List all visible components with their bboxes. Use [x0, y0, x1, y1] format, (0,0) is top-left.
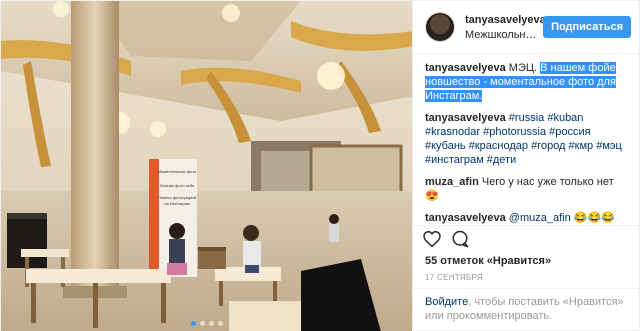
likes-number: 55 отметок	[425, 255, 484, 267]
comment-author[interactable]: muza_afin	[425, 176, 479, 188]
login-prompt-text: , чтобы поставить «Нравится»	[468, 296, 624, 308]
follow-button[interactable]: Подписаться	[543, 16, 631, 38]
post-photo[interactable]: Моментальное фото Хочешь фото себе Повес…	[1, 1, 412, 331]
carousel-dot[interactable]	[208, 321, 214, 326]
svg-text:Моментальное фото: Моментальное фото	[158, 169, 197, 174]
mention[interactable]: @muza_afin	[509, 212, 571, 224]
hashtag[interactable]: #кубань	[425, 140, 466, 152]
likes-count[interactable]: 55 отметок «Нравится»	[413, 255, 639, 267]
svg-text:Хочешь фото себе: Хочешь фото себе	[160, 183, 195, 188]
action-bar	[413, 225, 639, 255]
comment-icon[interactable]	[451, 230, 469, 251]
post-date: 17 СЕНТЯБРЯ	[425, 273, 483, 282]
comment-item: muza_afin Чего у нас уже только нет😍	[425, 175, 627, 203]
comments-list: tanyasavelyeva МЭЦ. В нашем фойе новшест…	[413, 54, 639, 225]
author-username[interactable]: tanyasavelyeva	[465, 14, 546, 26]
carousel-dot[interactable]	[199, 321, 205, 326]
foyer-photo: Моментальное фото Хочешь фото себе Повес…	[1, 1, 412, 331]
comment-item: tanyasavelyeva #russia #kuban #krasnodar…	[425, 111, 627, 167]
svg-text:на Инстаграм: на Инстаграм	[164, 201, 190, 206]
hashtag[interactable]: #россия	[549, 126, 590, 138]
login-link[interactable]: Войдите	[425, 296, 468, 308]
avatar[interactable]	[425, 12, 455, 42]
carousel-dot[interactable]	[190, 321, 196, 326]
svg-text:Повесь фотографий: Повесь фотографий	[158, 195, 196, 200]
hashtag[interactable]: #мэц	[596, 140, 622, 152]
hashtag[interactable]: #photorussia	[483, 126, 546, 138]
post-location[interactable]: Межшкольный ...	[465, 29, 537, 41]
comment-author[interactable]: tanyasavelyeva	[425, 112, 506, 124]
hashtag[interactable]: #краснодар	[469, 140, 528, 152]
comment-item: tanyasavelyeva @muza_afin 😂😂😂	[425, 211, 627, 225]
hashtag[interactable]: #инстаграм	[425, 154, 484, 166]
comment-text: 😂😂😂	[570, 212, 615, 224]
post-header: tanyasavelyeva Межшкольный ... Подписать…	[413, 1, 639, 54]
instagram-post: Моментальное фото Хочешь фото себе Повес…	[0, 0, 640, 331]
carousel-indicators	[1, 321, 412, 326]
hashtag[interactable]: #кмр	[569, 140, 594, 152]
hashtag[interactable]: #krasnodar	[425, 126, 480, 138]
likes-suffix: «Нравится»	[486, 255, 552, 267]
heart-icon[interactable]	[423, 230, 441, 250]
login-prompt-text-2: или прокомментировать.	[425, 310, 553, 322]
caption-prefix: МЭЦ.	[508, 62, 541, 74]
hashtag[interactable]: #russia	[509, 112, 544, 124]
caption: tanyasavelyeva МЭЦ. В нашем фойе новшест…	[425, 61, 627, 103]
hashtag[interactable]: #дети	[487, 154, 516, 166]
comment-author[interactable]: tanyasavelyeva	[425, 62, 506, 74]
comment-author[interactable]: tanyasavelyeva	[425, 212, 506, 224]
login-prompt: Войдите, чтобы поставить «Нравится» или …	[413, 288, 639, 331]
hashtag[interactable]: #город	[531, 140, 565, 152]
hashtag[interactable]: #kuban	[547, 112, 583, 124]
post-sidebar: tanyasavelyeva Межшкольный ... Подписать…	[412, 1, 639, 331]
author-info: tanyasavelyeva Межшкольный ...	[465, 14, 546, 41]
carousel-dot[interactable]	[217, 321, 223, 326]
